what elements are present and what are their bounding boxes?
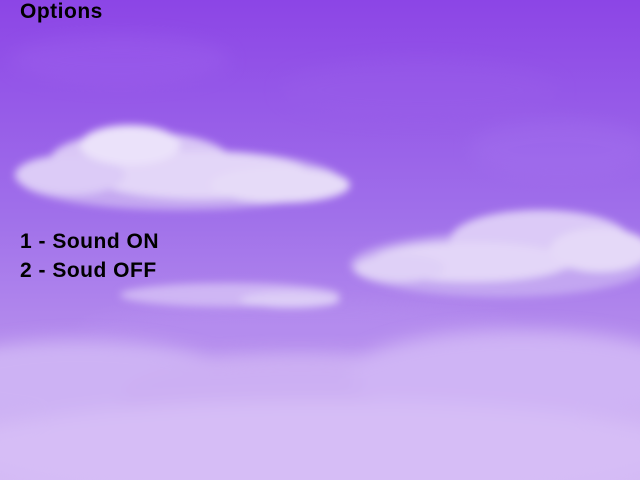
options-screen: Options 1 - Sound ON 2 - Soud OFF <box>0 0 640 480</box>
menu-option-sound-on[interactable]: 1 - Sound ON <box>20 230 159 254</box>
menu-option-sound-off[interactable]: 2 - Soud OFF <box>20 259 157 283</box>
options-title: Options <box>20 0 103 23</box>
